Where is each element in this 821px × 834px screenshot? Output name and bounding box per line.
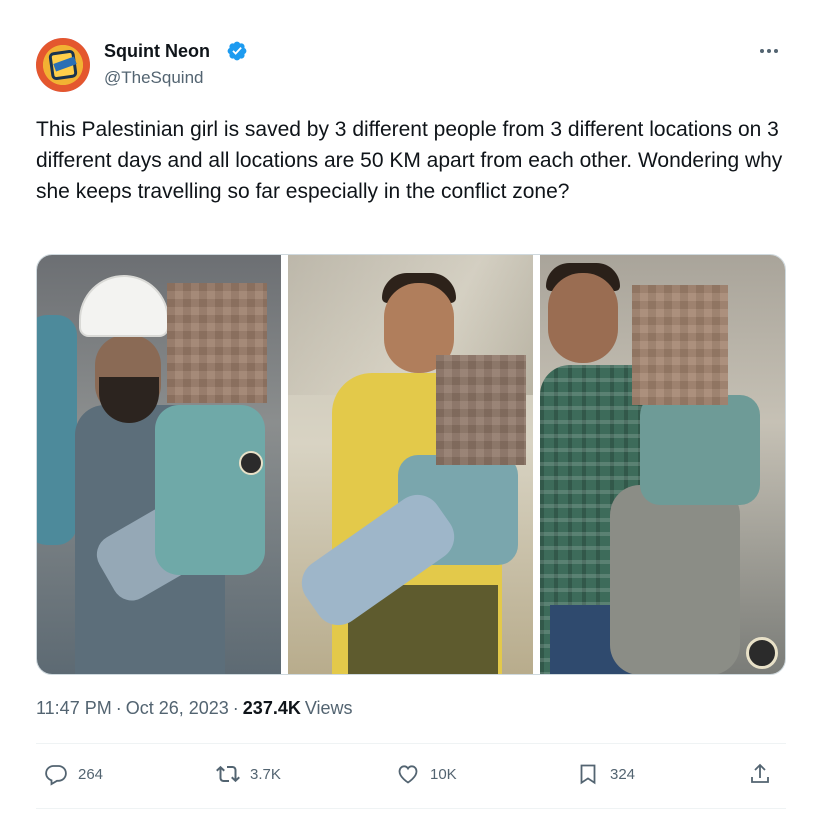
share-icon xyxy=(751,763,769,783)
retweet-icon xyxy=(216,765,240,783)
share-button[interactable] xyxy=(748,762,772,786)
tweet-time[interactable]: 11:47 PM xyxy=(36,698,112,719)
divider xyxy=(36,743,786,744)
media-grid[interactable] xyxy=(36,254,786,675)
retweet-count: 3.7K xyxy=(250,765,281,783)
retweet-button[interactable]: 3.7K xyxy=(216,762,281,786)
tweet-meta: 11:47 PM · Oct 26, 2023 · 237.4K Views xyxy=(36,698,353,719)
like-button[interactable]: 10K xyxy=(396,762,457,786)
heart-icon xyxy=(398,765,418,784)
meta-separator: · xyxy=(232,698,239,718)
views-count: 237.4K xyxy=(242,698,301,718)
views-label: Views xyxy=(304,698,353,718)
tweet-text: This Palestinian girl is saved by 3 diff… xyxy=(36,118,783,203)
bookmark-button[interactable]: 324 xyxy=(576,762,635,786)
media-photo-2[interactable] xyxy=(288,255,533,674)
like-count: 10K xyxy=(430,765,457,783)
tweet-date[interactable]: Oct 26, 2023 xyxy=(126,698,229,719)
author-handle[interactable]: @TheSquind xyxy=(104,68,204,88)
meta-separator: · xyxy=(115,698,122,718)
bookmark-icon xyxy=(580,764,596,785)
media-photo-1[interactable] xyxy=(37,255,281,674)
avatar[interactable] xyxy=(36,38,90,92)
reply-count: 264 xyxy=(78,765,104,783)
reply-button[interactable]: 264 xyxy=(44,762,103,786)
more-options-icon[interactable] xyxy=(756,42,782,60)
verified-badge-icon xyxy=(227,41,247,61)
tweet: Squint Neon @TheSquind This Palestinian … xyxy=(0,0,821,834)
reply-icon xyxy=(45,765,67,786)
divider xyxy=(36,808,786,809)
bookmark-count: 324 xyxy=(610,765,636,783)
media-photo-3[interactable] xyxy=(540,255,785,674)
author-display-name[interactable]: Squint Neon xyxy=(104,41,210,62)
